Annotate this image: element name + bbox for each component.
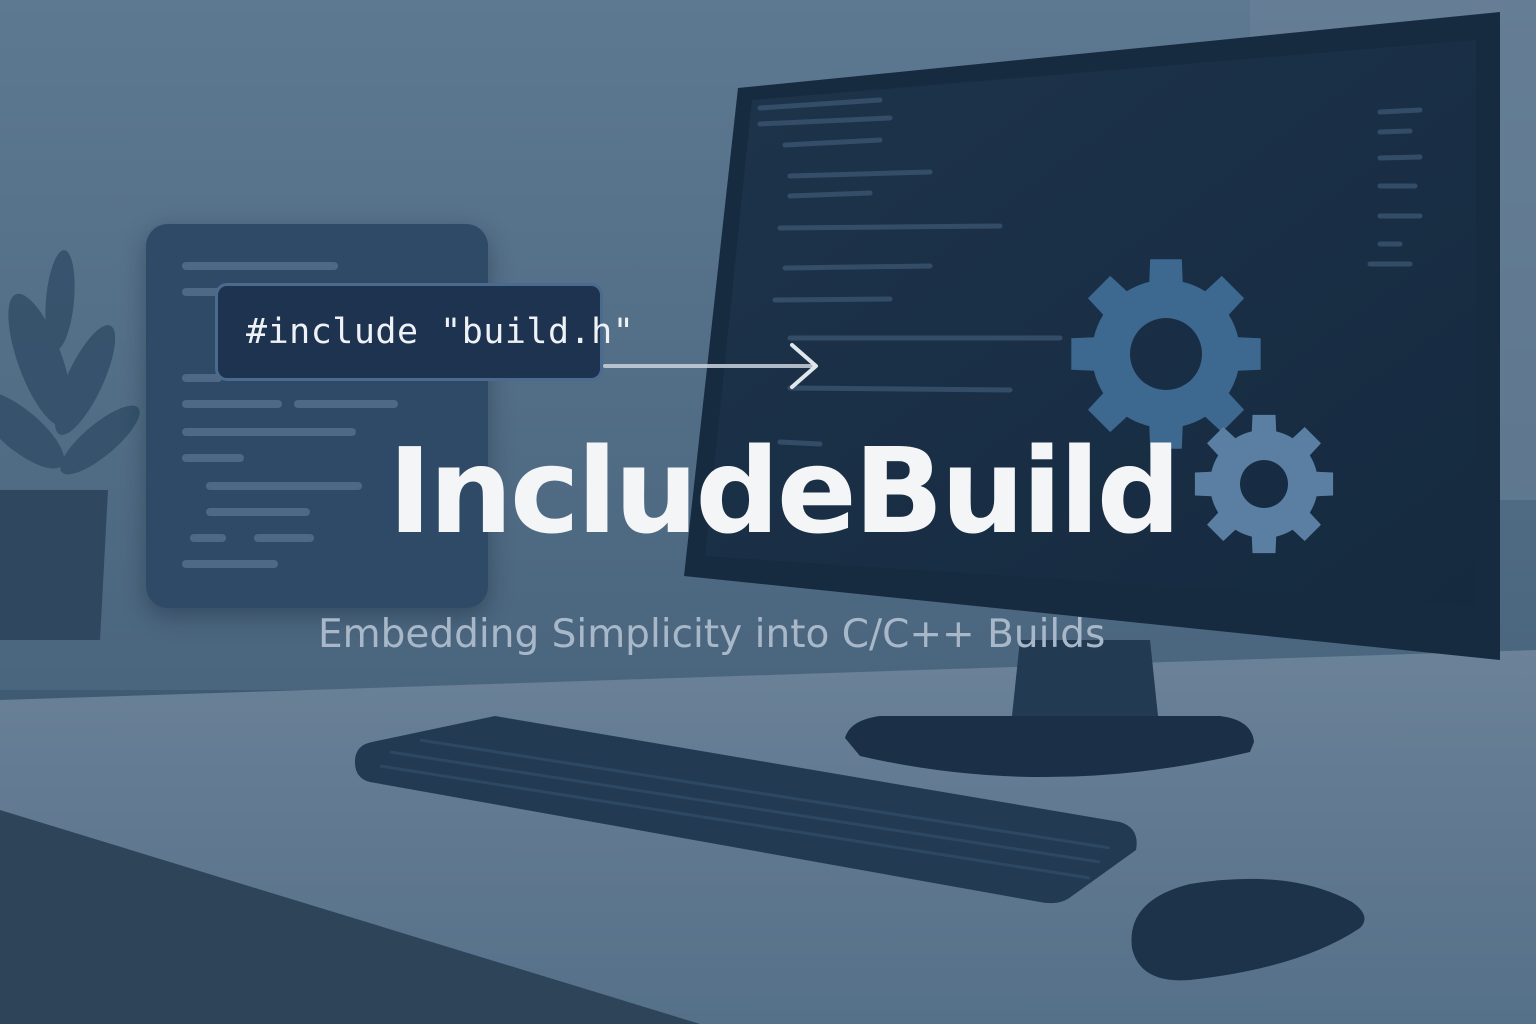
plant-pot (0, 490, 108, 640)
code-line (182, 400, 282, 408)
code-line (206, 508, 310, 516)
code-line (182, 428, 356, 436)
code-line (254, 534, 314, 542)
product-tagline: Embedding Simplicity into C/C++ Builds (318, 612, 1106, 657)
code-line (182, 262, 338, 270)
code-line (294, 400, 398, 408)
code-line (182, 560, 278, 568)
code-line (206, 482, 362, 490)
product-title: IncludeBuild (388, 422, 1181, 560)
include-code-chip: #include "build.h" (215, 283, 634, 381)
code-line (182, 454, 244, 462)
code-line (190, 534, 226, 542)
hero-banner: #include "build.h" IncludeBuild Embeddin… (0, 0, 1536, 1024)
